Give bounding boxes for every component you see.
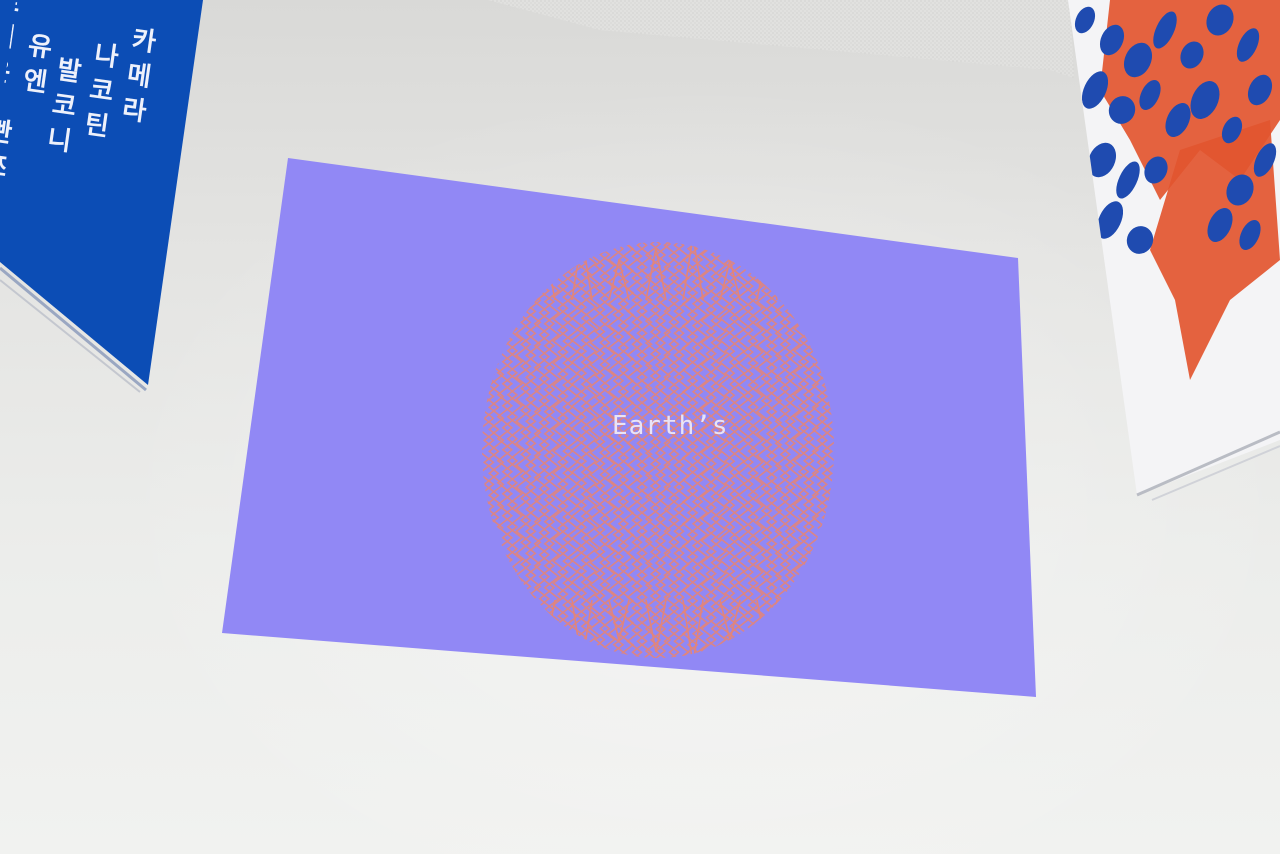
gallery-scene: Earth’s 카 메 라 나 코 틴 발 코 니 유 엔 빤 쯔 르 디 운 [0,0,1280,697]
projection-title: Earth’s [612,411,729,441]
right-banner [1068,0,1280,501]
left-banner: 카 메 라 나 코 틴 발 코 니 유 엔 빤 쯔 르 디 운 [0,0,203,393]
ceiling-panel [488,0,1074,78]
